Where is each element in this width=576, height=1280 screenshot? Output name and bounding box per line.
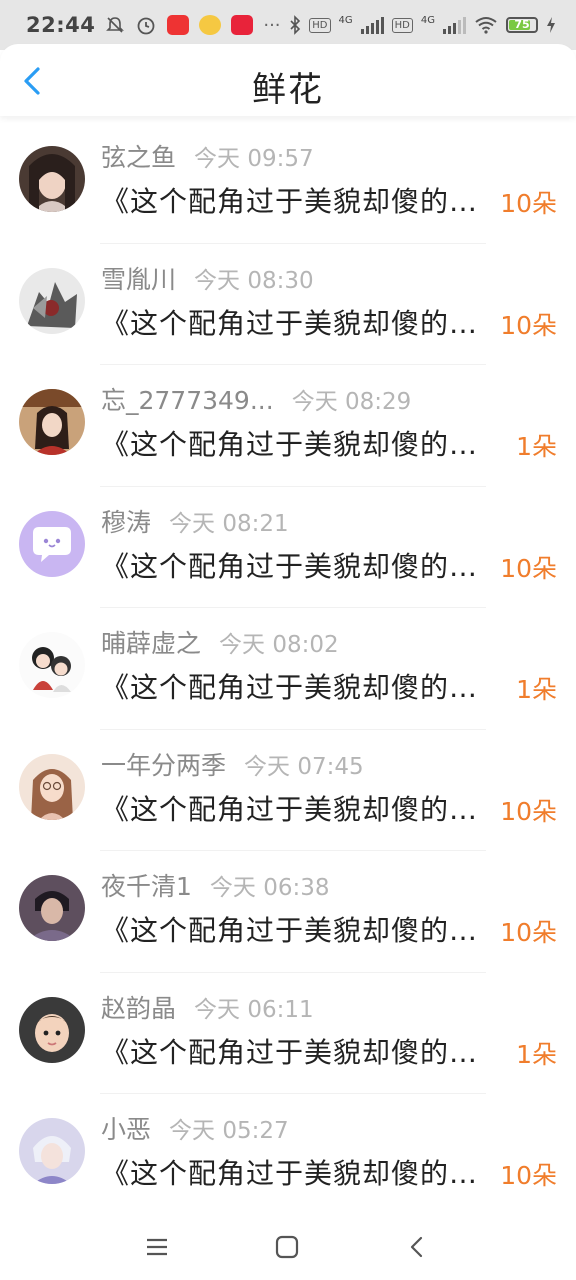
sender-name[interactable]: 穆涛 [101,503,151,539]
network-type: 4G [420,15,435,26]
menu-icon[interactable] [142,1232,172,1262]
avatar[interactable] [19,510,85,577]
message-text: 《这个配角过于美貌却傻的白月光 [101,914,496,947]
list-item[interactable]: 夜千清1 今天 06:38 《这个配角过于美貌却傻的白月光 10朵 [0,851,576,973]
list-item[interactable]: 雪胤川 今天 08:30 《这个配角过于美貌却傻的白月光 10朵 [0,244,576,366]
message-text: 《这个配角过于美貌却傻的白月光 [101,428,496,461]
hd-badge: HD [309,17,331,33]
flower-count: 1朵 [516,432,557,461]
message-text: 《这个配角过于美貌却傻的白月光 [101,1157,496,1190]
list-item[interactable]: 赵韵晶 今天 06:11 《这个配角过于美貌却傻的白月光 1朵 [0,973,576,1095]
list-item[interactable]: 穆涛 今天 08:21 《这个配角过于美貌却傻的白月光 10朵 [0,487,576,609]
avatar[interactable] [19,1118,85,1184]
list-item[interactable]: 小恶 今天 05:27 《这个配角过于美貌却傻的白月光 10朵 [0,1094,576,1216]
avatar[interactable] [19,875,85,941]
status-bar: 22:44 ··· HD 4G HD 4G 75 [0,0,576,50]
timestamp: 今天 06:11 [194,996,314,1023]
timestamp: 今天 08:29 [291,389,412,415]
message-text: 《这个配角过于美貌却傻的白月光 [101,792,496,826]
wifi-icon [475,17,497,34]
timestamp: 今天 08:02 [219,632,339,658]
bluetooth-icon [290,15,301,35]
app-notification-icon [231,15,254,35]
signal-icon [443,16,466,34]
timestamp: 今天 07:45 [244,753,364,780]
list-item[interactable]: 一年分两季 今天 07:45 《这个配角过于美貌却傻的白月光 10朵 [0,730,576,852]
message-text: 《这个配角过于美貌却傻的白月光 [101,671,496,704]
avatar[interactable] [19,389,85,455]
flower-count: 10朵 [500,553,557,583]
list-item[interactable]: 忘_2777349... 今天 08:29 《这个配角过于美貌却傻的白月光 1朵 [0,365,576,487]
flower-count: 1朵 [516,1039,557,1069]
flower-count: 10朵 [500,1161,557,1190]
network-type: 4G [338,15,353,26]
flower-count: 1朵 [516,675,557,704]
flower-count: 10朵 [500,796,557,826]
timestamp: 今天 08:21 [169,510,289,537]
avatar[interactable] [19,753,85,820]
sender-name[interactable]: 一年分两季 [101,746,226,782]
sender-name[interactable]: 夜千清1 [101,867,192,903]
status-time: 22:44 [26,13,96,37]
avatar[interactable] [19,996,85,1063]
timestamp: 今天 08:30 [194,267,314,294]
mute-icon [106,17,125,33]
avatar[interactable] [19,632,85,698]
sender-name[interactable]: 雪胤川 [101,260,176,296]
charging-icon [547,17,555,33]
flower-count: 10朵 [500,918,557,947]
avatar[interactable] [19,267,85,334]
hd-badge: HD [391,17,413,33]
sender-name[interactable]: 赵韵晶 [101,989,176,1025]
timestamp: 今天 09:57 [194,146,314,172]
message-text: 《这个配角过于美貌却傻的白月光 [101,1035,496,1069]
page-title: 鲜花 [252,70,324,110]
message-text: 《这个配角过于美貌却傻的白月光 [101,306,496,340]
sender-name[interactable]: 忘_2777349... [101,381,274,417]
app-notification-icon [167,15,190,35]
home-icon[interactable] [272,1232,302,1262]
system-navigation-bar [0,1212,576,1280]
more-notifications-icon: ··· [263,14,281,36]
top-app-bar: 鲜花 [0,44,576,116]
sender-name[interactable]: 弦之鱼 [101,138,176,174]
list-item[interactable]: 弦之鱼 今天 09:57 《这个配角过于美貌却傻的白月光 10朵 [0,122,576,244]
sender-name[interactable]: 小恶 [101,1110,151,1146]
timestamp: 今天 05:27 [169,1118,289,1144]
signal-icon [360,16,384,34]
battery-icon: 75 [506,17,538,33]
flower-count: 10朵 [500,310,557,340]
flower-gift-list: 弦之鱼 今天 09:57 《这个配角过于美貌却傻的白月光 10朵 雪胤川 今天 … [0,122,576,1216]
timestamp: 今天 06:38 [209,875,330,901]
back-icon[interactable] [402,1232,432,1262]
app-notification-icon [199,15,222,35]
flower-count: 10朵 [500,189,557,218]
alarm-icon [137,17,155,35]
list-item[interactable]: 晡薜虚之 今天 08:02 《这个配角过于美貌却傻的白月光 1朵 [0,608,576,730]
battery-level: 75 [514,18,530,31]
avatar[interactable] [19,146,85,212]
sender-name[interactable]: 晡薜虚之 [101,624,201,660]
message-text: 《这个配角过于美貌却傻的白月光 [101,185,496,218]
message-text: 《这个配角过于美貌却傻的白月光 [101,549,496,583]
